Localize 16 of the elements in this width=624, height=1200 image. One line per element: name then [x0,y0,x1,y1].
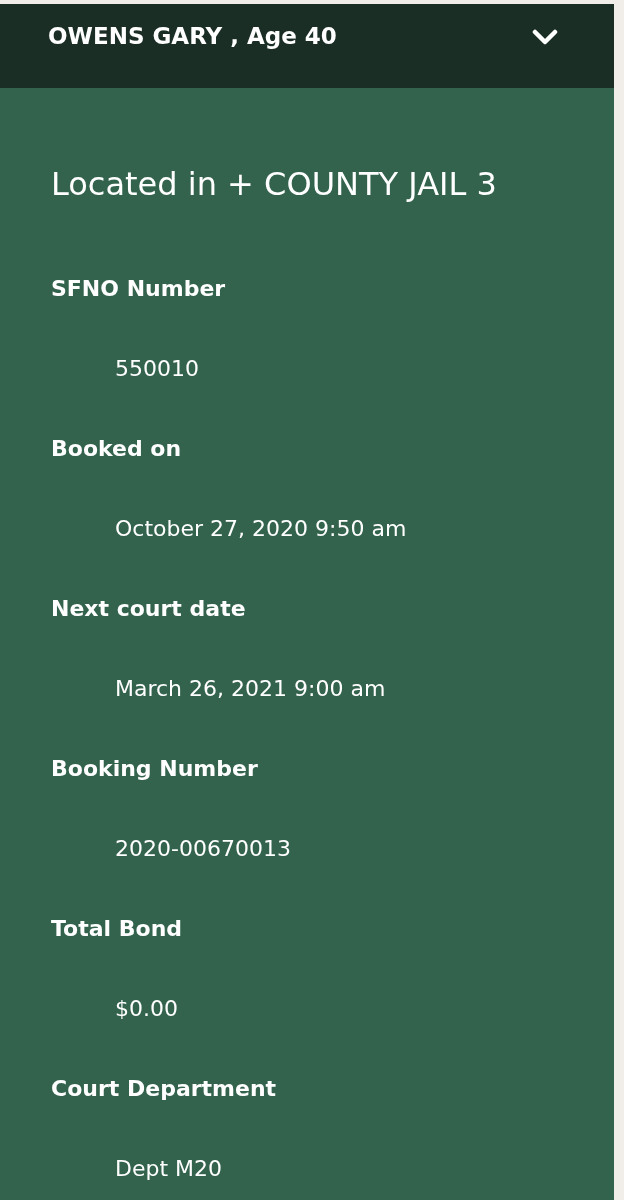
field-value: 2020-00670013 [114,835,292,863]
chevron-icon [532,28,558,46]
field-value: March 26, 2021 9:00 am [114,675,387,703]
field-label: Booked on [51,435,183,463]
inmate-name: OWENS GARY , Age 40 [48,22,337,51]
field-label: Total Bond [51,915,184,943]
accordion-header[interactable]: OWENS GARY , Age 40 [0,4,614,88]
field-label: SFNO Number [51,275,227,303]
field-value: Dept M20 [114,1155,224,1183]
field-label: Next court date [51,595,247,623]
field-value: October 27, 2020 9:50 am [114,515,408,543]
field-value: $0.00 [114,995,179,1023]
field-label: Court Department [51,1075,278,1103]
field-label: Booking Number [51,755,259,783]
location-heading: Located in + COUNTY JAIL 3 [51,164,498,205]
field-value: 550010 [114,355,200,383]
